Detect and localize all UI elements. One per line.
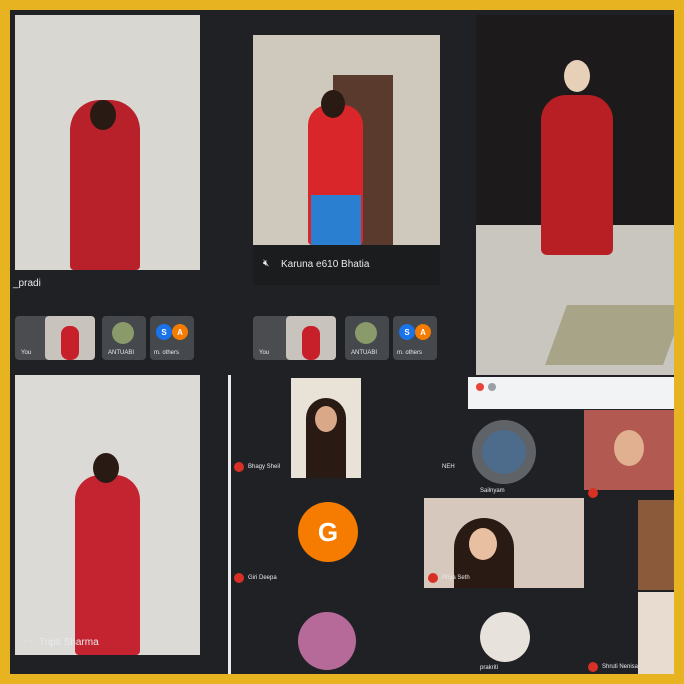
- participant-head: [321, 90, 345, 118]
- mute-icon: [588, 488, 598, 498]
- participant-name-2: Karuna e610 Bhatia: [281, 259, 370, 270]
- thumb-antu-b[interactable]: ANTUABI: [345, 316, 389, 360]
- participant-video: [541, 95, 613, 255]
- participant-video: [75, 475, 140, 655]
- name-bar-2: 🔇︎ Karuna e610 Bhatia: [253, 245, 440, 285]
- rug: [545, 305, 674, 365]
- video-tile-4[interactable]: [15, 375, 200, 655]
- participant-face: [315, 406, 337, 432]
- participant-face: [614, 430, 644, 466]
- thumb-others-b[interactable]: S Am. others: [393, 316, 437, 360]
- participant-name-6: Giri Deepa: [248, 575, 277, 581]
- mic-off-icon: 🔇︎: [263, 258, 270, 269]
- participant-head: [93, 453, 119, 483]
- participant-avatar-ring: [472, 420, 536, 484]
- mute-icon: [588, 662, 598, 672]
- participant-name-8: Priya Seth: [442, 575, 470, 581]
- video-tile-3[interactable]: [476, 15, 674, 375]
- participant-head: [564, 60, 590, 92]
- more-icon[interactable]: ⋯: [23, 636, 33, 647]
- video-tile-8[interactable]: [638, 500, 674, 590]
- participant-avatar-g: G: [298, 502, 358, 562]
- participant-face: [469, 528, 497, 560]
- participant-head: [90, 100, 116, 130]
- participant-name-7: Sailnyam: [480, 488, 505, 494]
- thumb-video-a[interactable]: [45, 316, 95, 360]
- thumb-others-a[interactable]: S Am. others: [150, 316, 194, 360]
- participant-name-10: prakriti: [480, 665, 499, 671]
- mute-icon: [234, 573, 244, 583]
- participant-name-4: Bhagy Sheil: [248, 464, 281, 470]
- video-tile-6[interactable]: [584, 410, 674, 490]
- participant-avatar-image: [298, 612, 356, 670]
- participant-pants: [311, 195, 361, 245]
- video-tile-1[interactable]: [15, 15, 200, 270]
- panel-divider: [228, 375, 231, 674]
- thumb-antu-a[interactable]: ANTUABI: [102, 316, 146, 360]
- mute-icon: [428, 573, 438, 583]
- video-tile-5[interactable]: [291, 378, 361, 478]
- name-bar-4: ⋯ Tripti Sharma: [15, 630, 200, 656]
- participant-name-3: Tripti Sharma: [39, 637, 99, 648]
- participant-name-11: Shruti Nenisa: [602, 664, 639, 670]
- thumb-video-b[interactable]: [286, 316, 336, 360]
- mute-icon: [234, 462, 244, 472]
- collage-frame: _pradi You ANTUABI S Am. others 🔇︎ Karuna…: [10, 10, 674, 674]
- video-tile-9[interactable]: [638, 592, 674, 674]
- window-titlebar: [468, 377, 674, 409]
- participant-avatar-image-2: [480, 612, 530, 662]
- minimize-window-icon[interactable]: [488, 383, 496, 391]
- close-window-icon[interactable]: [476, 383, 484, 391]
- participant-name-1: _pradi: [13, 278, 41, 289]
- participant-name-5: NEH: [442, 464, 455, 470]
- video-tile-2[interactable]: [253, 35, 440, 245]
